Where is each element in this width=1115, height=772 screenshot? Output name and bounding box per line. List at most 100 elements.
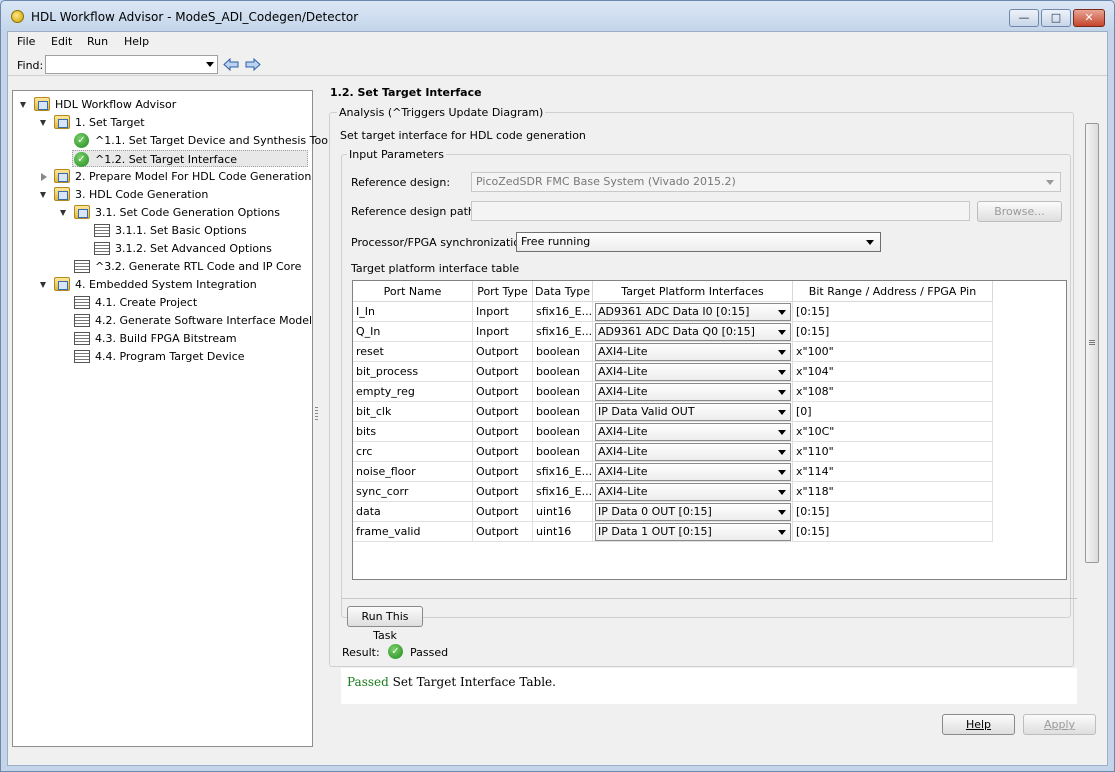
chevron-down-icon[interactable] <box>866 240 874 245</box>
pane-splitter[interactable] <box>315 407 318 421</box>
bit-range-cell[interactable]: x"118" <box>793 482 993 502</box>
interface-cell[interactable]: AXI4-Lite <box>593 362 793 382</box>
col-header-target-interfaces[interactable]: Target Platform Interfaces <box>593 281 793 302</box>
tree-item-prepare-model[interactable]: 2. Prepare Model For HDL Code Generation <box>13 168 312 185</box>
table-row[interactable]: bit_clk Outport boolean IP Data Valid OUT [0… <box>353 402 993 422</box>
tree-item-generate-rtl[interactable]: ^3.2. Generate RTL Code and IP Core <box>13 258 312 275</box>
tree-item-sw-interface[interactable]: 4.2. Generate Software Interface Model <box>13 312 312 329</box>
interface-cell[interactable]: IP Data 0 OUT [0:15] <box>593 502 793 522</box>
expand-toggle-icon[interactable] <box>20 102 26 108</box>
bit-range-cell[interactable]: [0:15] <box>793 322 993 342</box>
table-row[interactable]: reset Outport boolean AXI4-Lite x"100" <box>353 342 993 362</box>
tree-item-create-project[interactable]: 4.1. Create Project <box>13 294 312 311</box>
table-row[interactable]: data Outport uint16 IP Data 0 OUT [0:15] [0:… <box>353 502 993 522</box>
interface-select[interactable]: IP Data 0 OUT [0:15] <box>595 503 791 521</box>
help-button[interactable]: Help <box>942 714 1015 735</box>
tree-item-target-interface[interactable]: ✓ ^1.2. Set Target Interface <box>72 150 308 167</box>
interface-select[interactable]: AXI4-Lite <box>595 363 791 381</box>
interface-select[interactable]: AXI4-Lite <box>595 463 791 481</box>
chevron-down-icon[interactable] <box>206 62 214 67</box>
table-row[interactable]: frame_valid Outport uint16 IP Data 1 OUT [0… <box>353 522 993 542</box>
tree-item-program-device[interactable]: 4.4. Program Target Device <box>13 348 312 365</box>
menu-edit[interactable]: Edit <box>51 35 72 48</box>
expand-toggle-icon[interactable] <box>40 120 46 126</box>
bit-range-cell[interactable]: [0:15] <box>793 522 993 542</box>
chevron-down-icon[interactable] <box>778 390 786 395</box>
chevron-down-icon[interactable] <box>778 490 786 495</box>
table-row[interactable]: sync_corr Outport sfix16_E... AXI4-Lite x"11… <box>353 482 993 502</box>
expand-toggle-icon[interactable] <box>41 173 47 181</box>
table-row[interactable]: bit_process Outport boolean AXI4-Lite x"104" <box>353 362 993 382</box>
bit-range-cell[interactable]: x"108" <box>793 382 993 402</box>
interface-cell[interactable]: AXI4-Lite <box>593 462 793 482</box>
bit-range-cell[interactable]: x"104" <box>793 362 993 382</box>
close-icon[interactable]: ✕ <box>1073 9 1105 27</box>
back-arrow-icon[interactable] <box>223 58 239 71</box>
bit-range-cell[interactable]: [0:15] <box>793 502 993 522</box>
menu-run[interactable]: Run <box>87 35 108 48</box>
tree-item-embedded[interactable]: 4. Embedded System Integration <box>13 276 312 293</box>
tree-item-advanced-options[interactable]: 3.1.2. Set Advanced Options <box>13 240 312 257</box>
interface-select[interactable]: AD9361 ADC Data I0 [0:15] <box>595 303 791 321</box>
chevron-down-icon[interactable] <box>778 530 786 535</box>
tree-item-basic-options[interactable]: 3.1.1. Set Basic Options <box>13 222 312 239</box>
scrollbar-thumb[interactable] <box>1085 123 1099 563</box>
tree-item-hdl-codegen[interactable]: 3. HDL Code Generation <box>13 186 312 203</box>
panel-scrollbar[interactable] <box>1084 119 1101 704</box>
interface-select[interactable]: AXI4-Lite <box>595 383 791 401</box>
expand-toggle-icon[interactable] <box>40 282 46 288</box>
col-header-bit-range[interactable]: Bit Range / Address / FPGA Pin <box>793 281 993 302</box>
expand-toggle-icon[interactable] <box>40 192 46 198</box>
tree-item-root[interactable]: HDL Workflow Advisor <box>13 96 312 113</box>
forward-arrow-icon[interactable] <box>245 58 261 71</box>
table-row[interactable]: noise_floor Outport sfix16_E... AXI4-Lite x"… <box>353 462 993 482</box>
chevron-down-icon[interactable] <box>778 330 786 335</box>
interface-select[interactable]: AXI4-Lite <box>595 483 791 501</box>
bit-range-cell[interactable]: x"100" <box>793 342 993 362</box>
chevron-down-icon[interactable] <box>778 450 786 455</box>
minimize-icon[interactable]: — <box>1009 9 1039 27</box>
interface-select[interactable]: IP Data Valid OUT <box>595 403 791 421</box>
tree-item-build-bitstream[interactable]: 4.3. Build FPGA Bitstream <box>13 330 312 347</box>
chevron-down-icon[interactable] <box>778 470 786 475</box>
interface-cell[interactable]: AXI4-Lite <box>593 342 793 362</box>
table-row[interactable]: bits Outport boolean AXI4-Lite x"10C" <box>353 422 993 442</box>
interface-cell[interactable]: IP Data Valid OUT <box>593 402 793 422</box>
interface-select[interactable]: AXI4-Lite <box>595 343 791 361</box>
chevron-down-icon[interactable] <box>778 410 786 415</box>
sync-select[interactable]: Free running <box>516 232 881 252</box>
table-row[interactable]: crc Outport boolean AXI4-Lite x"110" <box>353 442 993 462</box>
bit-range-cell[interactable]: x"10C" <box>793 422 993 442</box>
table-row[interactable]: empty_reg Outport boolean AXI4-Lite x"108" <box>353 382 993 402</box>
col-header-port-type[interactable]: Port Type <box>473 281 533 302</box>
interface-select[interactable]: AXI4-Lite <box>595 423 791 441</box>
interface-cell[interactable]: AD9361 ADC Data I0 [0:15] <box>593 302 793 322</box>
interface-cell[interactable]: AD9361 ADC Data Q0 [0:15] <box>593 322 793 342</box>
bit-range-cell[interactable]: [0] <box>793 402 993 422</box>
chevron-down-icon[interactable] <box>778 350 786 355</box>
interface-select[interactable]: AD9361 ADC Data Q0 [0:15] <box>595 323 791 341</box>
chevron-down-icon[interactable] <box>778 370 786 375</box>
table-row[interactable]: Q_In Inport sfix16_E... AD9361 ADC Data Q0 … <box>353 322 993 342</box>
title-bar[interactable]: HDL Workflow Advisor - ModeS_ADI_Codegen… <box>1 1 1114 31</box>
maximize-icon[interactable]: □ <box>1041 9 1071 27</box>
expand-toggle-icon[interactable] <box>60 210 66 216</box>
interface-cell[interactable]: AXI4-Lite <box>593 382 793 402</box>
bit-range-cell[interactable]: [0:15] <box>793 302 993 322</box>
bit-range-cell[interactable]: x"114" <box>793 462 993 482</box>
interface-select[interactable]: IP Data 1 OUT [0:15] <box>595 523 791 541</box>
col-header-data-type[interactable]: Data Type <box>533 281 593 302</box>
tree-item-codegen-options[interactable]: 3.1. Set Code Generation Options <box>13 204 312 221</box>
interface-cell[interactable]: AXI4-Lite <box>593 482 793 502</box>
chevron-down-icon[interactable] <box>778 510 786 515</box>
menu-help[interactable]: Help <box>124 35 149 48</box>
find-input[interactable] <box>45 55 218 74</box>
interface-cell[interactable]: AXI4-Lite <box>593 422 793 442</box>
run-task-button[interactable]: Run This Task <box>347 606 423 642</box>
table-row[interactable]: I_In Inport sfix16_E... AD9361 ADC Data I0 … <box>353 302 993 322</box>
interface-cell[interactable]: AXI4-Lite <box>593 442 793 462</box>
bit-range-cell[interactable]: x"110" <box>793 442 993 462</box>
menu-file[interactable]: File <box>17 35 35 48</box>
interface-cell[interactable]: IP Data 1 OUT [0:15] <box>593 522 793 542</box>
chevron-down-icon[interactable] <box>778 310 786 315</box>
